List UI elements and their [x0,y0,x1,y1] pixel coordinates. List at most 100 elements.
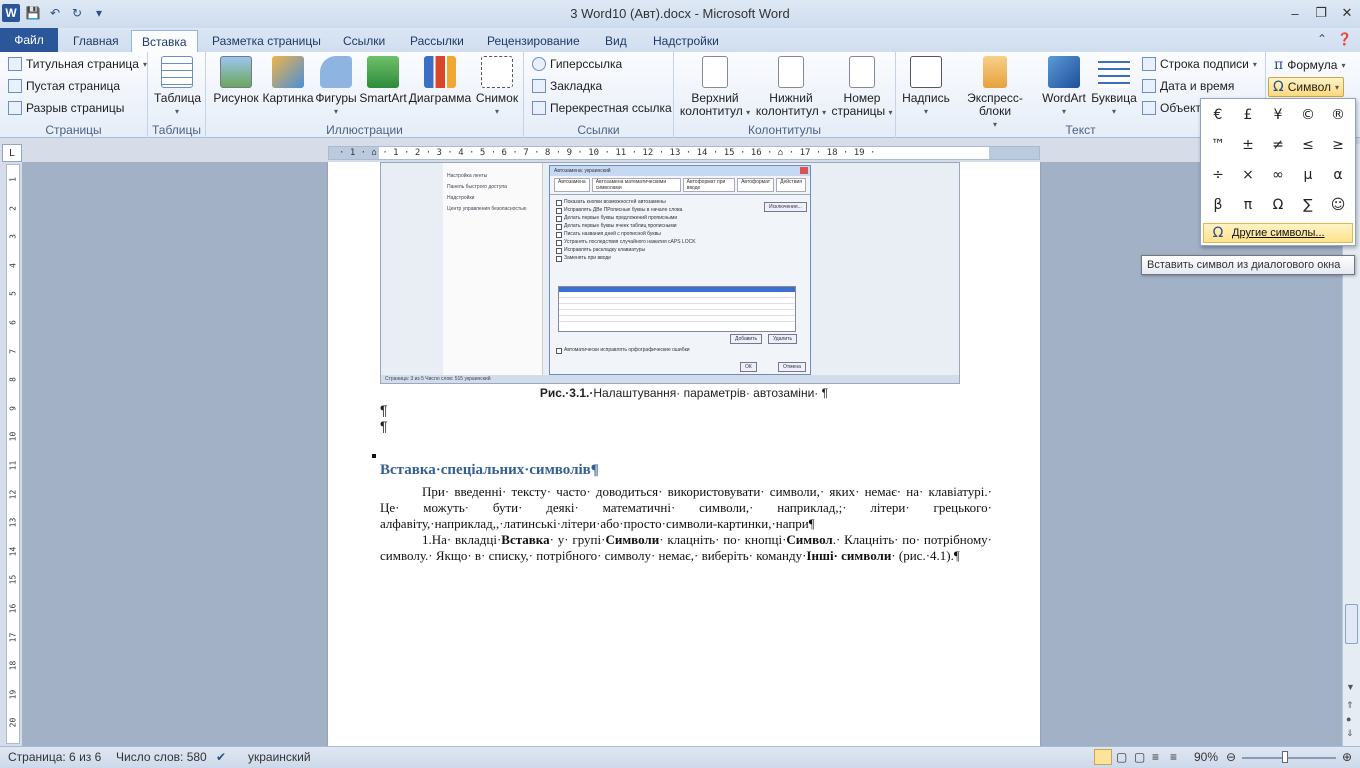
symbol-cell[interactable]: µ [1293,160,1323,190]
clipart-button[interactable]: Картинка [262,56,314,105]
screenshot-button[interactable]: Снимок ▾ [472,56,522,118]
symbol-cell[interactable]: ± [1233,130,1263,160]
vertical-ruler-mark: 3 [8,234,18,240]
tab-insert[interactable]: Вставка [131,30,198,52]
reading-view-icon[interactable]: ▢ [1116,750,1127,764]
table-button[interactable]: Таблица ▾ [154,56,201,118]
symbol-cell[interactable]: ≤ [1293,130,1323,160]
empty-paragraph-mark: ¶ [380,402,388,418]
next-page-icon[interactable]: ⇓ [1346,728,1354,739]
spellcheck-icon[interactable]: ✔ [216,750,226,764]
picture-button[interactable]: Рисунок [210,56,262,105]
keep-with-next-marker [372,454,376,458]
group-header-footer: Верхний колонтитул ▾ Нижний колонтитул ▾ Н… [674,52,896,138]
zoom-slider-knob[interactable] [1282,751,1288,763]
symbol-button[interactable]: Ω Символ ▾ [1268,77,1344,97]
print-layout-view-icon[interactable] [1094,749,1112,765]
object-button[interactable]: Объект [1142,101,1201,115]
document-page[interactable]: Настройка ленты Панель быстрого доступа … [328,162,1040,746]
tab-review[interactable]: Рецензирование [477,30,590,52]
scroll-thumb[interactable] [1345,604,1358,644]
help-icon[interactable]: ❓ [1337,32,1352,46]
tab-home[interactable]: Главная [63,30,129,52]
symbol-cell[interactable]: ≠ [1263,130,1293,160]
symbol-cell[interactable]: ¥ [1263,100,1293,130]
zoom-level[interactable]: 90% [1194,750,1218,764]
symbol-cell[interactable]: Ω [1263,190,1293,220]
tab-page-layout[interactable]: Разметка страницы [202,30,331,52]
outline-view-icon[interactable]: ≡ [1152,750,1159,764]
tab-addins[interactable]: Надстройки [643,30,729,52]
symbol-cell[interactable]: £ [1233,100,1263,130]
prev-page-icon[interactable]: ⇑ [1346,700,1354,711]
autocorrect-dialog: Автозамена: украинский Автозамена Автоза… [549,165,811,375]
maximize-button[interactable]: ❐ [1308,0,1334,26]
close-button[interactable]: ✕ [1334,0,1360,26]
vertical-ruler-mark: 5 [8,291,18,297]
symbol-cell[interactable]: ™ [1203,130,1233,160]
word-count[interactable]: Число слов: 580 [116,750,207,764]
bookmark-button[interactable]: Закладка [532,79,602,93]
tab-mailings[interactable]: Рассылки [400,30,474,52]
hyperlink-button[interactable]: Гиперссылка [532,57,622,71]
calendar-icon [1142,79,1156,93]
blank-page-button[interactable]: Пустая страница [8,79,120,93]
footer-icon [778,56,804,88]
crossref-button[interactable]: Перекрестная ссылка [532,101,672,115]
quickparts-button[interactable]: Экспресс-блоки ▾ [952,56,1038,131]
symbol-cell[interactable]: ≥ [1323,130,1353,160]
datetime-button[interactable]: Дата и время [1142,79,1234,93]
language[interactable]: украинский [248,750,311,764]
scroll-down-arrow-icon[interactable]: ▼ [1346,682,1355,692]
page-break-button[interactable]: Разрыв страницы [8,101,124,115]
dropcap-button[interactable]: Буквица ▾ [1090,56,1138,118]
tab-file[interactable]: Файл [0,28,58,52]
shapes-button[interactable]: Фигуры ▾ [314,56,358,118]
tab-references[interactable]: Ссылки [333,30,395,52]
page-count[interactable]: Страница: 6 из 6 [8,750,101,764]
dropcap-icon [1098,56,1130,88]
table-icon [161,56,193,88]
vertical-ruler-mark: 16 [8,603,18,614]
zoom-slider[interactable] [1242,757,1336,759]
symbol-cell[interactable]: β [1203,190,1233,220]
more-symbols-item[interactable]: Ω Другие символы... [1203,223,1353,243]
ribbon-minimize-icon[interactable]: ⌃ [1317,32,1327,46]
tab-selector[interactable]: L [2,144,22,162]
vertical-ruler-mark: 13 [8,517,18,528]
symbol-cell[interactable]: ® [1323,100,1353,130]
signature-line-button[interactable]: Строка подписи ▾ [1142,57,1257,71]
symbol-cell[interactable]: α [1323,160,1353,190]
equation-button[interactable]: π Формула ▾ [1274,57,1346,73]
zoom-out-icon[interactable]: ⊖ [1226,750,1236,764]
symbol-cell[interactable]: ÷ [1203,160,1233,190]
symbol-cell[interactable]: ∑ [1293,190,1323,220]
minimize-button[interactable]: – [1282,0,1308,26]
footer-button[interactable]: Нижний колонтитул ▾ [754,56,828,119]
symbol-cell[interactable]: π [1233,190,1263,220]
section-heading: Вставка·спеціальних·символів¶ [380,462,599,478]
textbox-button[interactable]: Надпись ▾ [900,56,952,118]
cover-page-button[interactable]: Титульная страница ▾ [8,57,147,71]
page-number-button[interactable]: Номер страницы ▾ [830,56,894,119]
vertical-ruler[interactable]: 1 2 3 4 5 6 7 8 9 10 11 12 13 14 15 16 17 18 19 20 [6,164,20,744]
draft-view-icon[interactable]: ≡ [1170,750,1177,764]
chart-button[interactable]: Диаграмма [408,56,472,105]
symbol-cell[interactable]: ☺ [1323,190,1353,220]
ruler-row: L · 1 · ⌂ · 1 · 2 · 3 · 4 · 5 · 6 · 7 · … [0,144,1360,162]
tab-view[interactable]: Вид [595,30,637,52]
vertical-ruler-mark: 10 [8,432,18,442]
header-button[interactable]: Верхний колонтитул ▾ [678,56,752,119]
symbol-cell[interactable]: © [1293,100,1323,130]
browse-object-icon[interactable]: ● [1346,714,1351,724]
wordart-button[interactable]: WordArt ▾ [1038,56,1090,118]
symbol-cell[interactable]: ∞ [1263,160,1293,190]
web-layout-view-icon[interactable]: ▢ [1134,750,1145,764]
group-links: Гиперссылка Закладка Перекрестная ссылка… [524,52,674,138]
zoom-in-icon[interactable]: ⊕ [1342,750,1352,764]
horizontal-ruler[interactable]: · 1 · ⌂ · 1 · 2 · 3 · 4 · 5 · 6 · 7 · 8 … [328,146,1040,160]
smartart-button[interactable]: SmartArt [358,56,408,105]
options-nav-pane: Настройка ленты Панель быстрого доступа … [443,163,543,377]
symbol-cell[interactable]: € [1203,100,1233,130]
symbol-cell[interactable]: × [1233,160,1263,190]
